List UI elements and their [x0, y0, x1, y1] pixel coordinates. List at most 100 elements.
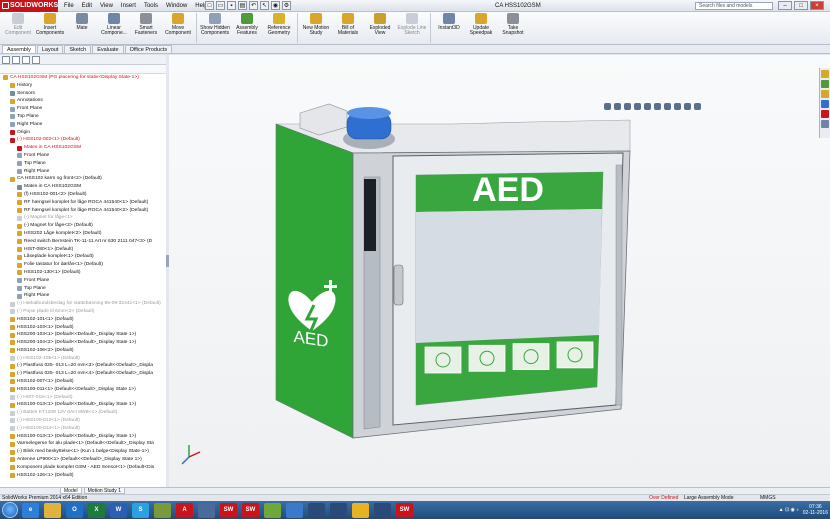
snapshot-button[interactable]: Take Snapshot [497, 12, 529, 44]
stats-icon[interactable] [308, 502, 325, 518]
acrobat-icon[interactable]: A [176, 502, 193, 518]
menu-insert[interactable]: Insert [121, 0, 136, 12]
explorer-icon[interactable] [44, 502, 61, 518]
tree-item[interactable]: Front Plane [1, 277, 167, 285]
view-orientation-icon[interactable] [644, 103, 651, 110]
move-component-button[interactable]: Move Component [162, 12, 194, 44]
tree-item[interactable]: (-) Batteri KT1208 12V 0AH 8WB<1> (Defau… [1, 409, 167, 417]
appearance-icon[interactable] [674, 103, 681, 110]
menu-edit[interactable]: Edit [82, 0, 92, 12]
tree-item[interactable]: Origin [1, 129, 167, 137]
paint-icon[interactable] [264, 502, 281, 518]
menu-file[interactable]: File [64, 0, 74, 12]
start-button[interactable] [2, 502, 18, 518]
instant3d-button[interactable]: Instant3D [433, 12, 465, 44]
tree-item[interactable]: CA HSS102 karm og front<2> (Default) [1, 175, 167, 183]
menu-window[interactable]: Window [166, 0, 187, 12]
tab-office-products[interactable]: Office Products [124, 45, 173, 53]
zoom-area-icon[interactable] [614, 103, 621, 110]
previous-view-icon[interactable] [624, 103, 631, 110]
tree-item[interactable]: HSS100-011<1> (Default<<Default>_Display… [1, 386, 167, 394]
chart-app-icon[interactable] [154, 502, 171, 518]
menu-view[interactable]: View [100, 0, 113, 12]
excel-icon[interactable]: X [88, 502, 105, 518]
stats-icon-2[interactable] [330, 502, 347, 518]
tree-item[interactable]: History [1, 82, 167, 90]
tab-evaluate[interactable]: Evaluate [92, 45, 124, 53]
file-explorer-icon[interactable] [821, 90, 829, 98]
solidworks-icon[interactable]: SW [220, 502, 237, 518]
tree-item[interactable]: Front Plane [1, 105, 167, 113]
tab-sketch[interactable]: Sketch [64, 45, 92, 53]
solidworks-logo[interactable]: SOLIDWORKS [0, 0, 58, 12]
tree-item[interactable]: HSS102-126<1> (Default) [1, 472, 167, 480]
tree-item[interactable]: HIST-080<1> (Default) [1, 246, 167, 254]
select-icon[interactable]: ↖ [260, 1, 269, 10]
resources-icon[interactable] [821, 70, 829, 78]
keypad-panel[interactable] [364, 179, 376, 251]
save-icon[interactable]: ▪ [227, 1, 236, 10]
tree-item[interactable]: (f) HSS102-001<2> (Default) [1, 191, 167, 199]
explode-line-button[interactable]: Explode Line Sketch [396, 12, 428, 44]
tree-item[interactable]: Right Plane [1, 168, 167, 176]
tree-item[interactable]: HSS202 Låge komplet<2> (Default) [1, 230, 167, 238]
tree-item[interactable]: HSS102-007<1> (Default) [1, 378, 167, 386]
tree-item[interactable]: Mates in CA HSS102GSM [1, 183, 167, 191]
reference-geometry-button[interactable]: Reference Geometry [263, 12, 295, 44]
tree-item[interactable]: HSS102-130<1> (Default) [1, 269, 167, 277]
exploded-view-button[interactable]: Exploded View [364, 12, 396, 44]
close-button[interactable]: × [810, 1, 824, 10]
tree-item[interactable]: Top Plane [1, 285, 167, 293]
update-speedpak-button[interactable]: Update Speedpak [465, 12, 497, 44]
maximize-button[interactable]: □ [794, 1, 808, 10]
outlook-icon[interactable]: O [66, 502, 83, 518]
hide-show-icon[interactable] [664, 103, 671, 110]
feature-manager-tab-icon[interactable] [2, 56, 10, 64]
mate-button[interactable]: Mate [66, 12, 98, 44]
bom-button[interactable]: Bill of Materials [332, 12, 364, 44]
scene-icon[interactable] [684, 103, 691, 110]
tree-item[interactable]: Front Plane [1, 152, 167, 160]
zoom-to-fit-icon[interactable] [604, 103, 611, 110]
tree-item[interactable]: Sensors [1, 90, 167, 98]
minimize-button[interactable]: – [778, 1, 792, 10]
word-icon[interactable]: W [110, 502, 127, 518]
tree-item[interactable]: (-) Plastfuss 025- 013 L=20 mm<3> (Defau… [1, 362, 167, 370]
tree-item[interactable]: Reed switch Bernstein TK-11-11 Art nr 63… [1, 238, 167, 246]
tree-item[interactable]: (-) Blink med beskyttelse<1> (Kun 1 bølg… [1, 448, 167, 456]
tree-filter[interactable] [0, 65, 167, 74]
new-icon[interactable]: □ [205, 1, 214, 10]
app-icon-2[interactable] [374, 502, 391, 518]
tree-item[interactable]: (-) Pojse plade til 6mm<2> (Default) [1, 308, 167, 316]
tab-layout[interactable]: Layout [36, 45, 64, 53]
tree-item[interactable]: (-) HIST-015<1> (Default) [1, 394, 167, 402]
tree-item[interactable]: (-) Magnet for låge<2> (Default) [1, 222, 167, 230]
tree-item[interactable]: (-) Plastfuss 025- 013 L=20 mm<4> (Defau… [1, 370, 167, 378]
search-input[interactable]: Search files and models [695, 2, 773, 10]
menu-tools[interactable]: Tools [144, 0, 158, 12]
skype-icon[interactable]: S [132, 502, 149, 518]
tree-item[interactable]: HSS100-013<1> (Default<<Default>_Display… [1, 401, 167, 409]
solidworks-icon-3[interactable]: SW [396, 502, 413, 518]
tree-item[interactable]: (-) Magnet for låge<1> [1, 214, 167, 222]
tree-item[interactable]: Top Plane [1, 160, 167, 168]
door-handle[interactable] [393, 264, 404, 306]
tree-item[interactable]: HSS200-104<2> (Default<<Default>_Display… [1, 339, 167, 347]
print-icon[interactable]: ▤ [238, 1, 247, 10]
open-icon[interactable]: ▭ [216, 1, 225, 10]
tree-item[interactable]: (-) HSS100-014<1> (Default) [1, 425, 167, 433]
tree-item[interactable]: Annotations [1, 97, 167, 105]
tree-item[interactable]: (-) HSS102-002<1> (Default) [1, 136, 167, 144]
property-manager-tab-icon[interactable] [12, 56, 20, 64]
section-view-icon[interactable] [634, 103, 641, 110]
tree-item[interactable]: (-) HSS100-012<1> (Default) [1, 417, 167, 425]
design-library-icon[interactable] [821, 80, 829, 88]
app-icon[interactable] [198, 502, 215, 518]
tree-item[interactable]: RF hængsel komplet for låge ROCA 441540<… [1, 199, 167, 207]
tree-item[interactable]: Right Plane [1, 121, 167, 129]
tree-item[interactable]: Varmelegeme for alu plade<1> (Default<<D… [1, 440, 167, 448]
tree-item[interactable]: HSS102-106<2> (Default) [1, 347, 167, 355]
tree-item[interactable]: HSS102-103<1> (Default) [1, 324, 167, 332]
display-style-icon[interactable] [654, 103, 661, 110]
tree-item[interactable]: CA HSS102GSM (PG placering for stativ<Di… [1, 74, 167, 82]
